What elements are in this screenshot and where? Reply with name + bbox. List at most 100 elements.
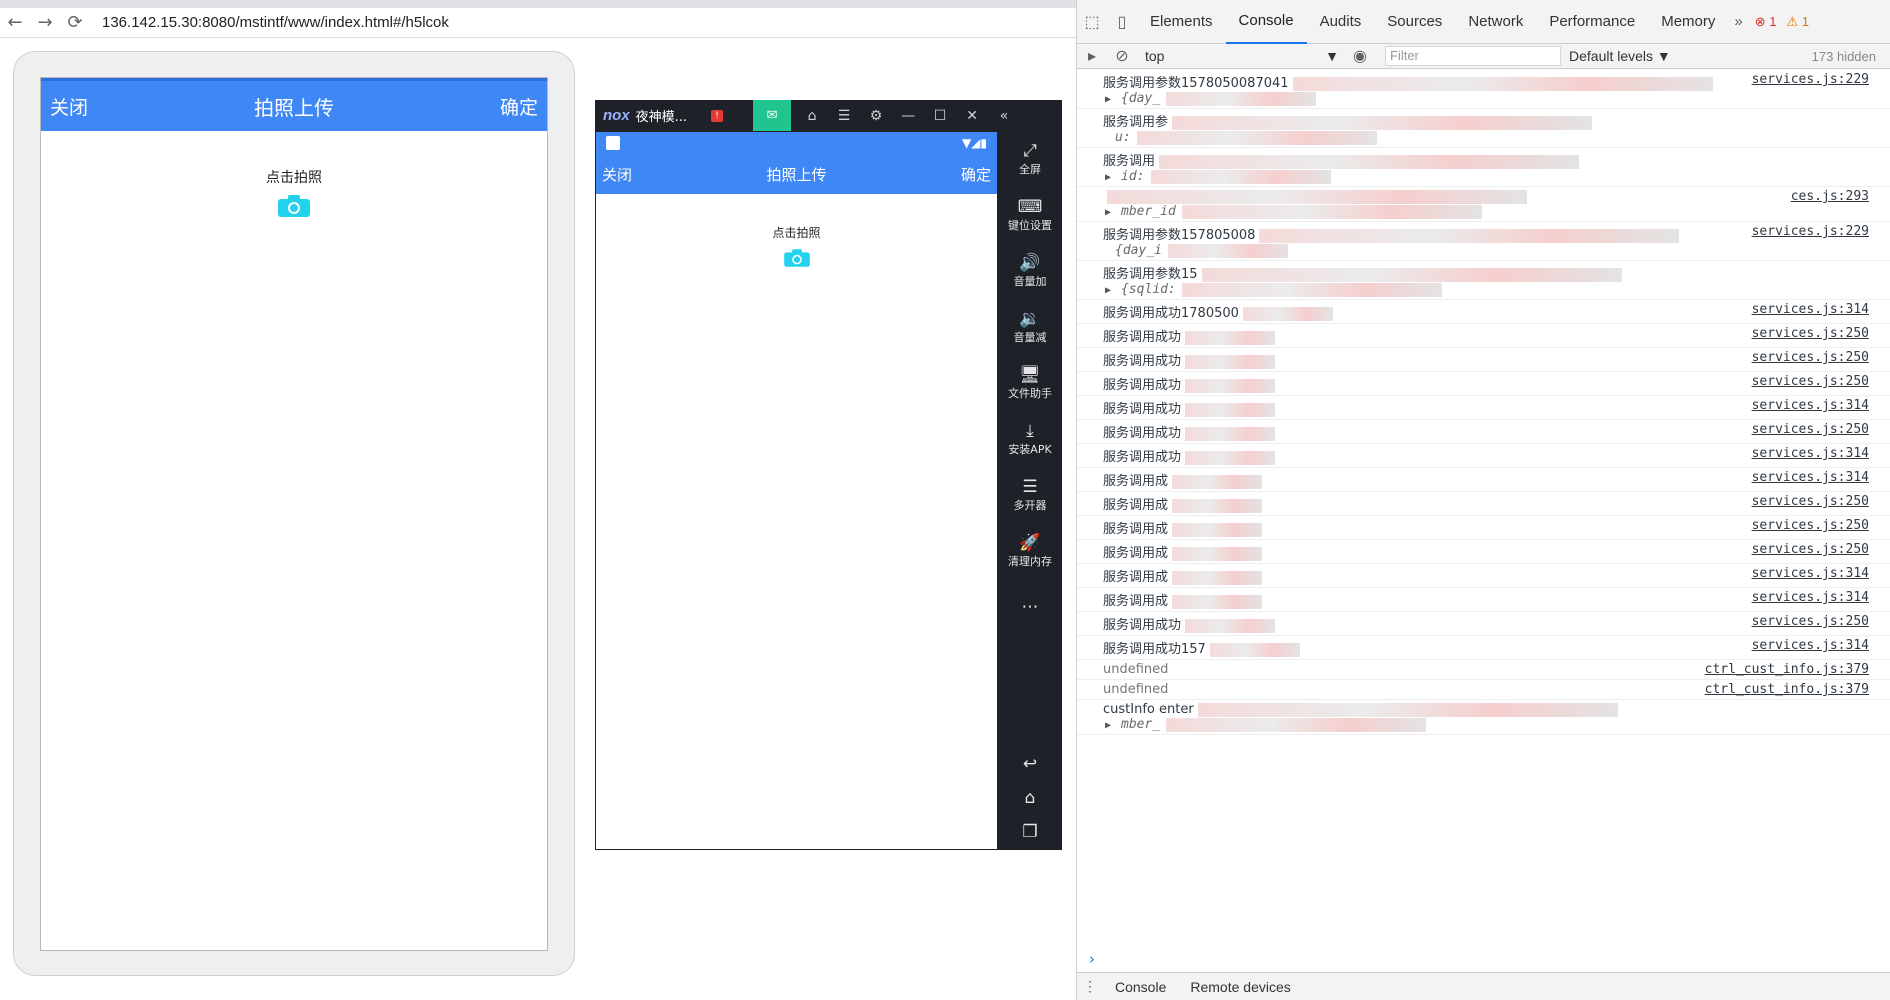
console-log-row[interactable]: 服务调用参 u: <box>1077 109 1890 148</box>
recents-nav-icon[interactable]: ❐ <box>1022 822 1037 842</box>
expand-triangle-icon[interactable]: ▶ <box>1105 94 1111 105</box>
tab-network[interactable]: Network <box>1455 0 1536 44</box>
log-object-preview[interactable]: {day_i <box>1103 243 1869 258</box>
console-prompt[interactable]: › <box>1077 950 1890 972</box>
log-object-preview[interactable]: u: <box>1103 130 1869 145</box>
forward-icon[interactable]: → <box>30 8 60 38</box>
back-nav-icon[interactable]: ↩ <box>1023 754 1037 774</box>
clear-console-icon[interactable]: ⊘ <box>1107 46 1137 66</box>
console-log-row[interactable]: 服务调用 ▶ id: <box>1077 148 1890 187</box>
console-log-row[interactable]: 服务调用成功1780500 services.js:314 <box>1077 300 1890 324</box>
emulator-side-item[interactable]: 🔉 音量减 <box>998 299 1062 355</box>
log-source-link[interactable]: services.js:229 <box>1752 224 1869 239</box>
log-source-link[interactable]: services.js:250 <box>1752 614 1869 629</box>
emulator-side-item[interactable]: 🔊 音量加 <box>998 243 1062 299</box>
log-source-link[interactable]: services.js:314 <box>1752 638 1869 653</box>
console-log-row[interactable]: undefined ctrl_cust_info.js:379 <box>1077 660 1890 680</box>
tab-memory[interactable]: Memory <box>1648 0 1728 44</box>
emulator-side-item[interactable]: ⤓ 安装APK <box>998 411 1062 467</box>
tab-sources[interactable]: Sources <box>1374 0 1455 44</box>
log-source-link[interactable]: ctrl_cust_info.js:379 <box>1705 682 1869 697</box>
sidebar-toggle-icon[interactable]: ▸ <box>1077 46 1107 66</box>
emulator-camera-icon[interactable] <box>783 249 810 267</box>
tab-audits[interactable]: Audits <box>1307 0 1375 44</box>
camera-icon[interactable] <box>278 195 310 217</box>
context-selector[interactable]: top ▼ <box>1145 48 1345 64</box>
menu-icon[interactable]: ☰ <box>833 108 855 124</box>
address-bar[interactable]: 136.142.15.30:8080/mstintf/www/index.htm… <box>102 14 449 31</box>
back-icon[interactable]: ← <box>0 8 30 38</box>
log-source-link[interactable]: services.js:314 <box>1752 398 1869 413</box>
expand-triangle-icon[interactable]: ▶ <box>1105 720 1111 731</box>
console-log-row[interactable]: 服务调用成 services.js:250 <box>1077 540 1890 564</box>
console-log-row[interactable]: 服务调用成 services.js:250 <box>1077 492 1890 516</box>
emulator-side-item[interactable]: ⋯ <box>998 579 1062 635</box>
expand-triangle-icon[interactable]: ▶ <box>1105 172 1111 183</box>
log-source-link[interactable]: services.js:314 <box>1752 590 1869 605</box>
log-source-link[interactable]: services.js:250 <box>1752 518 1869 533</box>
console-log-row[interactable]: 服务调用参数15 ▶ {sqlid: <box>1077 261 1890 300</box>
close-button[interactable]: 关闭 <box>50 93 88 120</box>
console-log-row[interactable]: 服务调用成功 services.js:250 <box>1077 324 1890 348</box>
inspect-icon[interactable]: ⬚ <box>1077 12 1107 32</box>
console-log-row[interactable]: 服务调用成 services.js:314 <box>1077 564 1890 588</box>
log-source-link[interactable]: services.js:314 <box>1752 446 1869 461</box>
log-source-link[interactable]: services.js:250 <box>1752 542 1869 557</box>
expand-triangle-icon[interactable]: ▶ <box>1105 285 1111 296</box>
console-log-row[interactable]: 服务调用参数157805008 services.js:229 {day_i <box>1077 222 1890 261</box>
log-source-link[interactable]: services.js:314 <box>1752 470 1869 485</box>
log-source-link[interactable]: services.js:250 <box>1752 494 1869 509</box>
log-object-preview[interactable]: ▶ id: <box>1103 169 1869 184</box>
log-source-link[interactable]: services.js:314 <box>1752 302 1869 317</box>
log-source-link[interactable]: services.js:250 <box>1752 350 1869 365</box>
log-source-link[interactable]: services.js:250 <box>1752 326 1869 341</box>
alert-icon[interactable]: ! <box>711 109 724 122</box>
log-source-link[interactable]: services.js:250 <box>1752 422 1869 437</box>
console-log-row[interactable]: undefined ctrl_cust_info.js:379 <box>1077 680 1890 700</box>
log-source-link[interactable]: services.js:250 <box>1752 374 1869 389</box>
log-object-preview[interactable]: ▶ {day_ <box>1103 91 1869 106</box>
console-log-row[interactable]: 服务调用成 services.js:314 <box>1077 588 1890 612</box>
tab-console[interactable]: Console <box>1225 0 1307 44</box>
expand-triangle-icon[interactable]: ▶ <box>1105 207 1111 218</box>
emulator-side-item[interactable]: ⌨ 键位设置 <box>998 187 1062 243</box>
minimize-icon[interactable]: — <box>897 108 919 124</box>
console-log-row[interactable]: 服务调用成功157 services.js:314 <box>1077 636 1890 660</box>
store-icon[interactable]: ✉ <box>753 100 792 131</box>
drawer-tab-console[interactable]: Console <box>1103 979 1178 995</box>
maximize-icon[interactable]: ☐ <box>929 108 951 124</box>
console-log-row[interactable]: 服务调用成功 services.js:250 <box>1077 372 1890 396</box>
emulator-side-item[interactable]: 🚀 清理内存 <box>998 523 1062 579</box>
console-log-row[interactable]: 服务调用成功 services.js:250 <box>1077 420 1890 444</box>
log-levels-select[interactable]: Default levels ▼ <box>1569 48 1671 64</box>
log-object-preview[interactable]: ▶ mber_id <box>1103 204 1869 219</box>
log-source-link[interactable]: services.js:229 <box>1752 72 1869 87</box>
log-source-link[interactable]: ces.js:293 <box>1791 189 1869 204</box>
reload-icon[interactable]: ⟳ <box>60 8 90 38</box>
console-log-row[interactable]: 服务调用参数1578050087041 services.js:229 ▶ {day_ <box>1077 70 1890 109</box>
console-log-row[interactable]: 服务调用成功 services.js:250 <box>1077 612 1890 636</box>
drawer-menu-icon[interactable]: ⋮ <box>1077 978 1103 995</box>
device-toggle-icon[interactable]: ▯ <box>1107 12 1137 32</box>
emulator-side-item[interactable]: ☰ 多开器 <box>998 467 1062 523</box>
log-object-preview[interactable]: ▶ {sqlid: <box>1103 282 1869 297</box>
shirt-icon[interactable]: ⌂ <box>801 108 823 124</box>
log-object-preview[interactable]: ▶ mber_ <box>1103 717 1869 732</box>
console-log-row[interactable]: custInfo enter ▶ mber_ <box>1077 700 1890 735</box>
emulator-side-item[interactable]: ⤢ 全屏 <box>998 131 1062 187</box>
error-count[interactable]: ⊗ 1 <box>1755 14 1777 30</box>
confirm-button[interactable]: 确定 <box>500 93 538 120</box>
log-source-link[interactable]: ctrl_cust_info.js:379 <box>1705 662 1869 677</box>
gear-icon[interactable]: ⚙ <box>865 108 887 124</box>
console-log-row[interactable]: 服务调用成 services.js:250 <box>1077 516 1890 540</box>
console-log-row[interactable]: 服务调用成 services.js:314 <box>1077 468 1890 492</box>
warning-count[interactable]: ⚠ 1 <box>1786 14 1809 30</box>
close-icon[interactable]: ✕ <box>961 108 983 124</box>
drawer-tab-remote-devices[interactable]: Remote devices <box>1178 979 1302 995</box>
console-log-row[interactable]: 服务调用成功 services.js:250 <box>1077 348 1890 372</box>
eye-icon[interactable]: ◉ <box>1345 46 1375 66</box>
tab-elements[interactable]: Elements <box>1137 0 1226 44</box>
home-nav-icon[interactable]: ⌂ <box>1025 788 1036 808</box>
emulator-side-item[interactable]: 🖥 文件助手 <box>998 355 1062 411</box>
emulator-confirm-button[interactable]: 确定 <box>961 164 991 185</box>
